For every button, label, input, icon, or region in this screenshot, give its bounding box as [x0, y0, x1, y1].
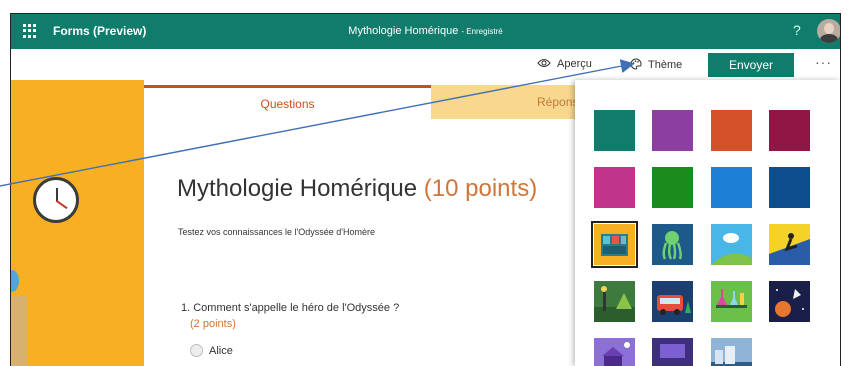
palette-icon — [630, 58, 642, 70]
snowboarder-icon — [769, 233, 810, 265]
tab-responses[interactable]: Réponses — [431, 85, 575, 119]
theme-background-panel — [11, 80, 144, 366]
document-title: Mythologie Homérique - Enregistré — [11, 25, 840, 37]
decoration-block — [11, 296, 27, 366]
toolbar: Aperçu Thème Envoyer ··· — [11, 49, 840, 81]
form-description[interactable]: Testez vos connaissances le l'Odyssée d'… — [178, 227, 375, 237]
bus-icon — [657, 295, 691, 315]
theme-image-snowboarder[interactable] — [769, 224, 810, 265]
preview-label: Aperçu — [557, 58, 592, 70]
theme-picker-panel — [575, 80, 840, 366]
eye-icon — [537, 59, 551, 67]
theme-button[interactable]: Thème — [630, 58, 682, 71]
help-icon[interactable]: ? — [793, 22, 801, 38]
flask-icon — [716, 289, 747, 308]
form-tabs: Questions Réponses — [144, 85, 575, 119]
park-icon — [594, 286, 635, 322]
theme-swatch-green[interactable] — [652, 167, 693, 208]
theme-swatch-purple[interactable] — [652, 110, 693, 151]
theme-image-purple-house[interactable] — [594, 338, 635, 366]
theme-image-bookshelf[interactable] — [591, 221, 638, 268]
theme-swatch-orange[interactable] — [711, 110, 752, 151]
option-1-label[interactable]: Alice — [209, 345, 233, 357]
octopus-icon — [662, 231, 682, 260]
house-icon — [602, 342, 630, 366]
city-icon — [711, 346, 752, 366]
more-options-icon[interactable]: ··· — [815, 54, 832, 70]
form-points: (10 points) — [423, 175, 538, 202]
app-window: Forms (Preview) Mythologie Homérique - En… — [10, 13, 841, 366]
bookshelf-icon — [601, 234, 628, 256]
send-button[interactable]: Envoyer — [708, 53, 794, 77]
arcade-icon — [660, 344, 685, 358]
theme-image-park[interactable] — [594, 281, 635, 322]
option-1-radio[interactable] — [190, 344, 203, 357]
theme-image-sunny-hill[interactable] — [711, 224, 752, 265]
theme-image-space-rocket[interactable] — [769, 281, 810, 322]
question-1-title[interactable]: 1. Comment s'appelle le héro de l'Odyssé… — [181, 302, 399, 314]
decoration-circle — [11, 270, 19, 292]
save-status: - Enregistré — [461, 27, 503, 36]
tab-questions[interactable]: Questions — [144, 85, 431, 119]
form-title-text: Mythologie Homérique — [177, 175, 418, 202]
question-1-points: (2 points) — [190, 318, 236, 330]
top-bar: Forms (Preview) Mythologie Homérique - En… — [11, 14, 840, 49]
theme-image-city-sea[interactable] — [711, 338, 752, 366]
theme-image-bus[interactable] — [652, 281, 693, 322]
theme-swatch-maroon[interactable] — [769, 110, 810, 151]
avatar[interactable] — [817, 19, 840, 43]
theme-label: Thème — [648, 59, 683, 71]
cloud-hill-icon — [711, 233, 752, 265]
theme-swatch-teal[interactable] — [594, 110, 635, 151]
form-card: Questions Réponses Mythologie Homérique … — [144, 80, 575, 366]
theme-swatch-pink[interactable] — [594, 167, 635, 208]
document-name: Mythologie Homérique — [348, 25, 459, 37]
theme-image-lab-flasks[interactable] — [711, 281, 752, 322]
rocket-icon — [775, 289, 804, 317]
theme-swatch-blue[interactable] — [711, 167, 752, 208]
form-title[interactable]: Mythologie Homérique (10 points) — [177, 175, 537, 203]
theme-swatch-navy[interactable] — [769, 167, 810, 208]
theme-image-octopus[interactable] — [652, 224, 693, 265]
clock-icon — [33, 177, 79, 223]
theme-image-arcade[interactable] — [652, 338, 693, 366]
preview-button[interactable]: Aperçu — [537, 58, 592, 70]
